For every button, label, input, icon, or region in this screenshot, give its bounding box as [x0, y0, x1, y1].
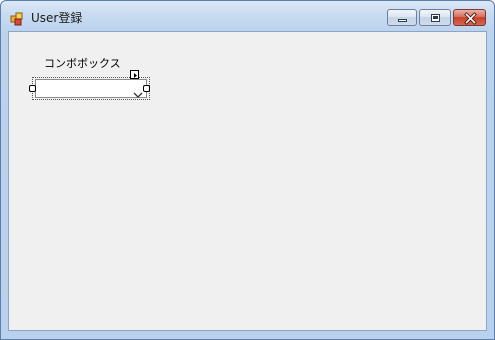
window-title: User登録 [31, 11, 83, 25]
close-icon [454, 10, 485, 25]
minimize-icon [398, 19, 407, 22]
combobox[interactable] [35, 79, 147, 98]
chevron-down-icon[interactable] [133, 84, 143, 98]
resize-handle-right[interactable] [143, 85, 150, 92]
app-window: User登録 コンボボックス [0, 0, 495, 340]
combobox-label: コンボボックス [44, 57, 121, 70]
maximize-button[interactable] [419, 9, 451, 26]
close-button[interactable] [453, 9, 486, 26]
title-bar[interactable]: User登録 [1, 1, 494, 31]
maximize-icon [431, 14, 440, 22]
form-client-area: コンボボックス [8, 31, 487, 331]
resize-handle-left[interactable] [29, 85, 36, 92]
smart-tag-arrow-icon[interactable] [130, 70, 139, 79]
minimize-button[interactable] [387, 9, 417, 26]
app-icon [10, 11, 24, 26]
